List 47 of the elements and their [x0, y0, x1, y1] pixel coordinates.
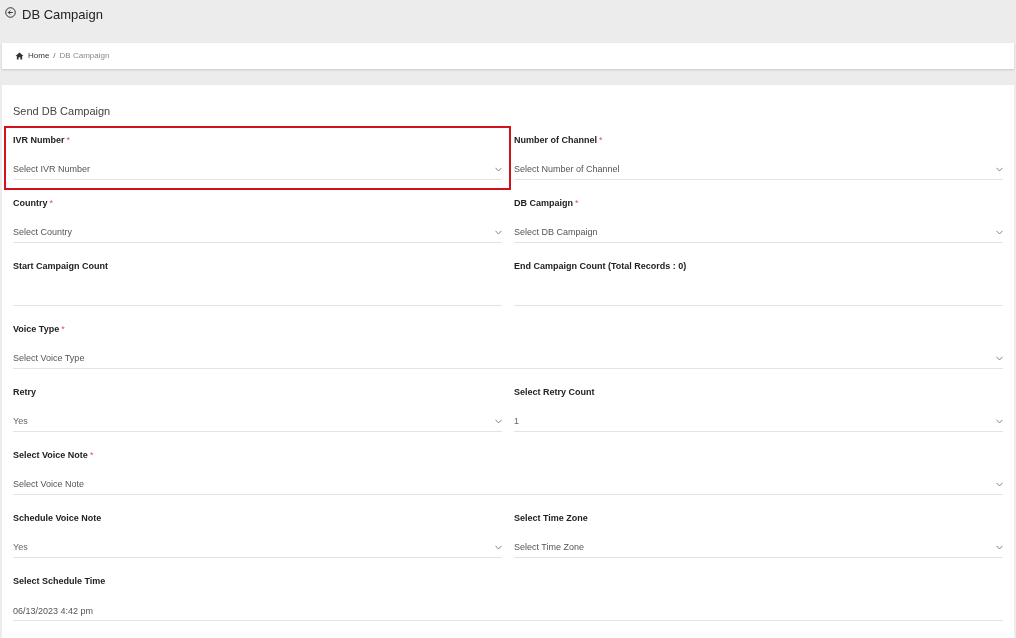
chevron-down-icon	[996, 356, 1003, 361]
field-label: Select Voice Note	[13, 449, 88, 463]
home-icon[interactable]	[15, 51, 24, 60]
select-field[interactable]: Select Country	[13, 223, 502, 243]
field-label: Select Retry Count	[514, 386, 595, 400]
select-field[interactable]: Select IVR Number	[13, 160, 502, 180]
field-label: Country	[13, 197, 48, 211]
field-label: Retry	[13, 386, 36, 400]
field-label: Schedule Voice Note	[13, 512, 102, 526]
field-label: DB Campaign	[514, 197, 573, 211]
field-label: Select Schedule Time	[13, 575, 106, 589]
field-label: Number of Channel	[514, 134, 597, 148]
select-field[interactable]: Select Time Zone	[514, 538, 1003, 558]
required-asterisk: *	[575, 197, 579, 211]
chevron-down-icon	[996, 419, 1003, 424]
form-title: Send DB Campaign	[13, 104, 112, 119]
select-field[interactable]: Select Voice Note	[13, 475, 1003, 495]
field-label: Start Campaign Count	[13, 260, 108, 274]
page-title: DB Campaign	[22, 6, 103, 24]
breadcrumb-link[interactable]: Home	[28, 49, 50, 62]
breadcrumb-separator: /	[53, 49, 56, 62]
select-field[interactable]: 1	[514, 412, 1003, 432]
chevron-down-icon	[495, 230, 502, 235]
select-field[interactable]: Yes	[13, 538, 502, 558]
required-asterisk: *	[66, 134, 71, 148]
field-label: Select Time Zone	[514, 512, 588, 526]
field-label: End Campaign Count (Total Records : 0)	[514, 260, 687, 274]
input-field[interactable]: 06/13/2023 4:42 pm	[13, 601, 1003, 621]
breadcrumb-link[interactable]: DB Campaign	[59, 49, 110, 62]
required-asterisk: *	[599, 134, 603, 148]
chevron-down-icon	[996, 167, 1003, 172]
select-field[interactable]: Select DB Campaign	[514, 223, 1003, 243]
chevron-down-icon	[996, 545, 1003, 550]
select-field[interactable]: Yes	[13, 412, 502, 432]
back-arrow-icon[interactable]	[5, 7, 16, 18]
chevron-down-icon	[996, 482, 1003, 487]
required-asterisk: *	[89, 449, 94, 463]
required-asterisk: *	[49, 197, 53, 211]
chevron-down-icon	[495, 167, 502, 172]
field-label: IVR Number	[13, 134, 65, 148]
field-label: Voice Type	[13, 323, 60, 337]
chevron-down-icon	[495, 419, 502, 424]
select-field[interactable]: Select Number of Channel	[514, 160, 1003, 180]
chevron-down-icon	[996, 230, 1003, 235]
select-field[interactable]: Select Voice Type	[13, 349, 1003, 369]
required-asterisk: *	[61, 323, 65, 337]
chevron-down-icon	[495, 545, 502, 550]
